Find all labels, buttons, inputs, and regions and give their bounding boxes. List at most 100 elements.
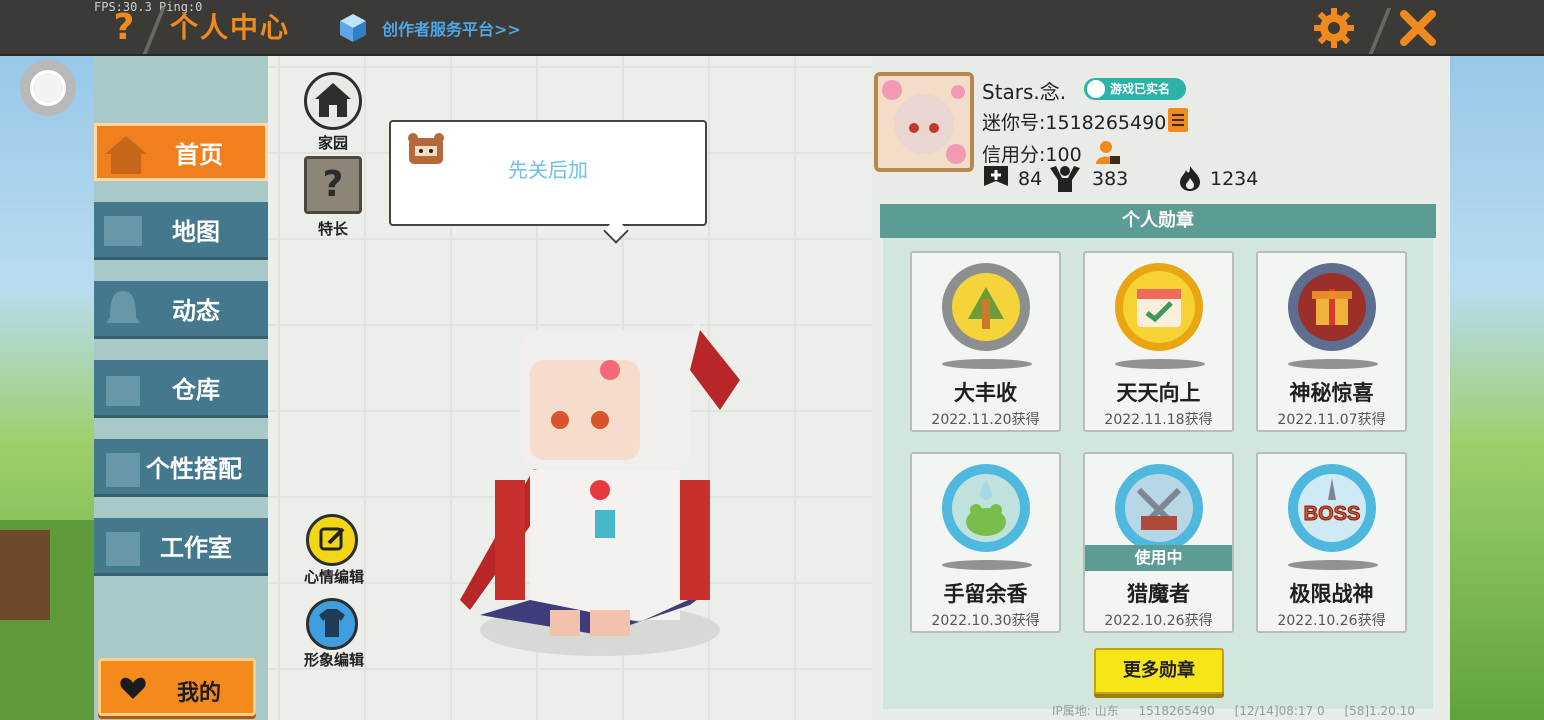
house-icon bbox=[315, 83, 351, 117]
mini-id: 迷你号:1518265490 bbox=[982, 112, 1167, 134]
medal-date: 2022.11.07获得 bbox=[1277, 412, 1386, 428]
more-medals-button[interactable]: 更多勋章 bbox=[1094, 648, 1224, 694]
map-icon bbox=[104, 216, 142, 246]
sidebar-item-label: 动态 bbox=[172, 297, 220, 325]
mood-bubble: 先关后加 bbox=[389, 120, 707, 244]
footer-info: IP属地: 山东 1518265490 [12/14]08:17 0 [58]1… bbox=[1052, 702, 1431, 719]
boss-medal-icon: BOSS bbox=[1288, 464, 1376, 552]
avatar[interactable] bbox=[874, 72, 974, 172]
home-garden-button[interactable] bbox=[304, 72, 362, 130]
gear-icon[interactable] bbox=[1312, 6, 1356, 50]
mine-button[interactable]: 我的 bbox=[98, 658, 256, 716]
mood-edit-button[interactable] bbox=[306, 514, 358, 566]
medal-card[interactable]: 大丰收 2022.11.20获得 bbox=[910, 251, 1061, 432]
sidebar-item-label: 个性搭配 bbox=[146, 455, 242, 483]
medal-name: 神秘惊喜 bbox=[1289, 381, 1374, 405]
person-icon bbox=[1087, 80, 1105, 98]
medal-shadow bbox=[1288, 560, 1378, 570]
dirt-block bbox=[0, 530, 50, 620]
harvest-medal-icon bbox=[942, 263, 1030, 351]
look-edit-button[interactable] bbox=[306, 598, 358, 650]
medal-date: 2022.10.30获得 bbox=[931, 613, 1040, 629]
record-button[interactable] bbox=[20, 60, 76, 116]
verified-badge: 游戏已实名 bbox=[1084, 78, 1186, 100]
top-bar: FPS:30.3 Ping:0 ? 个人中心 创作者服务平台>> bbox=[0, 0, 1544, 56]
close-icon[interactable] bbox=[1396, 6, 1440, 50]
medal-name: 大丰收 bbox=[954, 381, 1017, 405]
footer-version: [58]1.20.10 bbox=[1344, 704, 1415, 718]
talent-label: 特长 bbox=[317, 220, 348, 238]
sidebar-item-feed[interactable]: 动态 bbox=[94, 281, 268, 339]
outfit-icon bbox=[106, 453, 140, 487]
medal-date: 2022.10.26获得 bbox=[1277, 613, 1386, 629]
cube-icon[interactable] bbox=[338, 12, 368, 44]
flame-icon bbox=[1180, 166, 1200, 191]
talent-button[interactable]: ? bbox=[304, 156, 362, 214]
popularity-count: 1234 bbox=[1210, 168, 1259, 190]
mine-label: 我的 bbox=[177, 681, 222, 706]
creator-platform-link[interactable]: 创作者服务平台>> bbox=[382, 16, 521, 40]
medal-card[interactable]: 天天向上 2022.11.18获得 bbox=[1083, 251, 1234, 432]
medal-date: 2022.11.18获得 bbox=[1104, 412, 1213, 428]
medal-name: 天天向上 bbox=[1116, 381, 1201, 405]
medal-card[interactable]: 使用中 猎魔者 2022.10.26获得 bbox=[1083, 452, 1234, 633]
medal-shadow bbox=[942, 560, 1032, 570]
medal-name: 手留余香 bbox=[943, 582, 1028, 606]
credit-score: 信用分:100 bbox=[982, 144, 1082, 166]
sidebar-item-label: 地图 bbox=[172, 218, 220, 246]
calendar-medal-icon bbox=[1115, 263, 1203, 351]
sidebar-item-studio[interactable]: 工作室 bbox=[94, 518, 268, 576]
heart-icon bbox=[120, 677, 146, 699]
warehouse-icon bbox=[106, 376, 140, 406]
verified-label: 游戏已实名 bbox=[1110, 82, 1171, 96]
avatar-portrait bbox=[878, 76, 970, 168]
likes-count: 84 bbox=[1018, 168, 1043, 190]
sidebar-item-outfit[interactable]: 个性搭配 bbox=[94, 439, 268, 497]
sidebar-item-warehouse[interactable]: 仓库 bbox=[94, 360, 268, 418]
sidebar-item-label: 首页 bbox=[175, 140, 223, 169]
frog-medal-icon bbox=[942, 464, 1030, 552]
shirt-icon bbox=[319, 609, 345, 637]
in-use-badge: 使用中 bbox=[1085, 545, 1232, 571]
medal-shadow bbox=[942, 359, 1032, 369]
medal-shadow bbox=[1115, 359, 1205, 369]
home-garden-label: 家园 bbox=[317, 134, 348, 152]
medal-header: 个人勋章 bbox=[880, 204, 1436, 238]
studio-icon bbox=[106, 532, 140, 566]
bubble-text: 先关后加 bbox=[508, 158, 588, 182]
medal-date: 2022.10.26获得 bbox=[1104, 613, 1213, 629]
home-icon bbox=[105, 136, 147, 174]
footer-uid: 1518265490 bbox=[1138, 704, 1215, 718]
fans-icon bbox=[1050, 166, 1080, 192]
page-title: 个人中心 bbox=[170, 11, 291, 44]
divider bbox=[1368, 8, 1392, 54]
medal-date: 2022.11.20获得 bbox=[931, 412, 1040, 428]
boss-label: BOSS bbox=[1304, 503, 1361, 525]
medal-name: 猎魔者 bbox=[1127, 582, 1190, 606]
medal-shadow bbox=[1288, 359, 1378, 369]
sidebar-item-label: 仓库 bbox=[172, 376, 220, 404]
copy-icon[interactable] bbox=[1164, 106, 1190, 134]
medal-card[interactable]: BOSS 极限战神 2022.10.26获得 bbox=[1256, 452, 1407, 633]
player-character bbox=[460, 320, 740, 656]
fans-count: 383 bbox=[1092, 168, 1129, 190]
mood-edit-label: 心情编辑 bbox=[303, 568, 364, 586]
help-icon[interactable]: ? bbox=[106, 6, 142, 50]
bell-icon bbox=[106, 291, 140, 323]
edit-icon bbox=[319, 527, 345, 551]
question-icon: ? bbox=[322, 164, 344, 205]
sidebar-item-home[interactable]: 首页 bbox=[94, 123, 268, 181]
footer-time: [12/14]08:17 0 bbox=[1234, 704, 1325, 718]
gift-medal-icon bbox=[1288, 263, 1376, 351]
username: Stars.念. bbox=[982, 80, 1067, 104]
sidebar-item-map[interactable]: 地图 bbox=[94, 202, 268, 260]
sidebar-item-label: 工作室 bbox=[160, 534, 232, 562]
ip-location: IP属地: 山东 bbox=[1052, 704, 1119, 718]
look-edit-label: 形象编辑 bbox=[303, 651, 364, 669]
medal-card[interactable]: 手留余香 2022.10.30获得 bbox=[910, 452, 1061, 633]
medal-card[interactable]: 神秘惊喜 2022.11.07获得 bbox=[1256, 251, 1407, 432]
swords-medal-icon bbox=[1115, 464, 1203, 552]
medal-name: 极限战神 bbox=[1289, 582, 1374, 606]
like-icon bbox=[984, 166, 1008, 186]
credit-person-icon[interactable] bbox=[1094, 138, 1122, 166]
